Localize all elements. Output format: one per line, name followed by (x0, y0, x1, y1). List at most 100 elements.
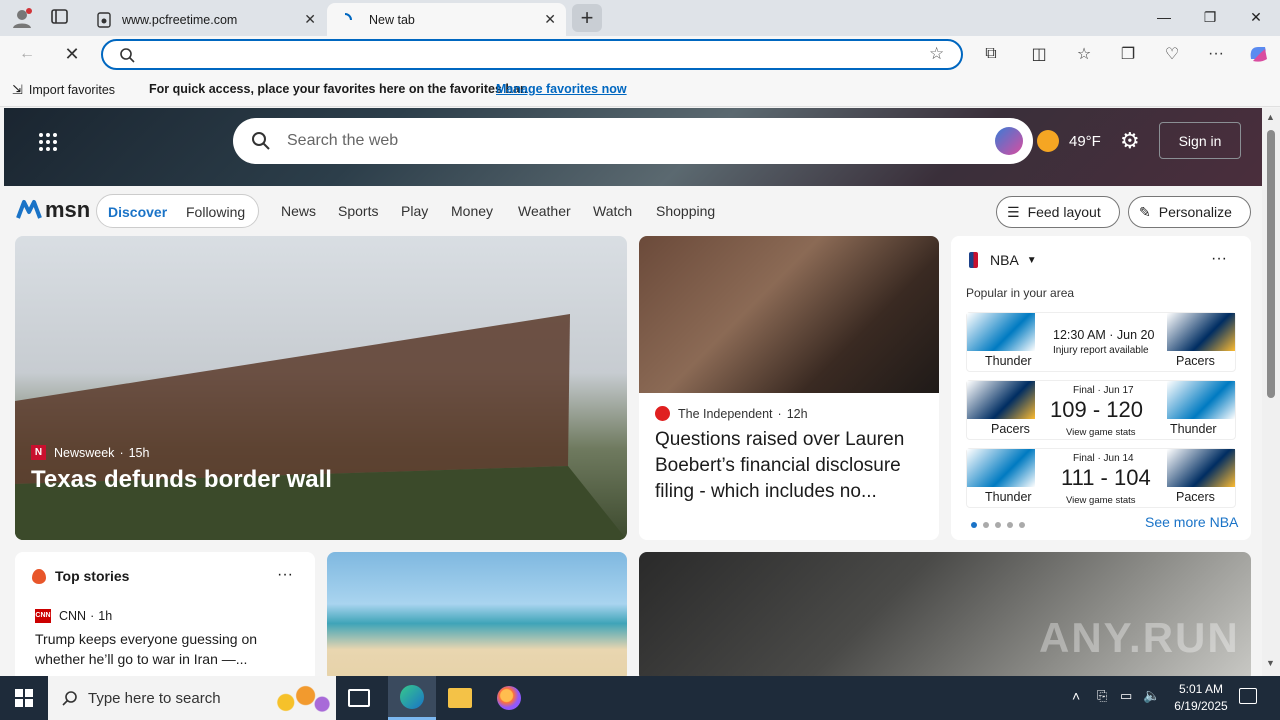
feed-layout-button[interactable]: ☰ Feed layout (996, 196, 1120, 228)
nav-watch[interactable]: Watch (593, 203, 632, 219)
tab-pcfreetime[interactable]: www.pcfreetime.com ✕ (86, 3, 326, 36)
msn-logo-text: msn (45, 197, 91, 222)
import-favorites-label: Import favorites (28, 83, 116, 97)
import-favorites-button[interactable]: ⇲ Import favorites (12, 82, 115, 98)
show-hidden-icons[interactable]: ˄ (1072, 688, 1080, 704)
search-icon (120, 48, 135, 63)
scroll-down-icon[interactable]: ▼ (1266, 658, 1275, 668)
app-launcher-icon[interactable] (38, 132, 58, 152)
second-story-card[interactable]: The Independent · 12h Questions raised o… (639, 236, 939, 540)
weather-icon (1037, 130, 1059, 152)
see-more-nba-link[interactable]: See more NBA (1145, 514, 1238, 530)
nba-title: NBA (990, 252, 1019, 268)
split-screen-icon[interactable]: ◫ (1025, 41, 1053, 67)
tab-strip: www.pcfreetime.com ✕ New tab ✕ + — ❐ ✕ (0, 0, 1280, 36)
search-icon (252, 132, 270, 150)
nav-money[interactable]: Money (451, 203, 493, 219)
game-row[interactable]: Thunder Pacers 12:30 AM · Jun 20 Injury … (966, 312, 1236, 372)
nav-sports[interactable]: Sports (338, 203, 378, 219)
extensions-icon[interactable]: ⧉ (977, 41, 1005, 67)
scroll-thumb[interactable] (1267, 130, 1275, 398)
studio-story-card[interactable]: ANY.RUN (639, 552, 1251, 676)
main-story-card[interactable]: N Newsweek · 15h Texas defunds border wa… (15, 236, 627, 540)
main-headline[interactable]: Texas defunds border wall (31, 466, 332, 494)
game-status: Final · Jun 17 (1073, 385, 1134, 396)
web-search-box[interactable]: Search the web (233, 118, 1033, 164)
story-age: 1h (98, 609, 113, 623)
top-stories-header: Top stories (32, 568, 129, 584)
address-bar[interactable]: ☆ (101, 39, 963, 70)
newsweek-icon: N (31, 445, 46, 460)
clock[interactable]: 5:01 AM 6/19/2025 (1168, 681, 1234, 715)
taskbar: Type here to search ˄ ⎘ ▭ 🔈 5:01 AM 6/19… (0, 676, 1280, 720)
close-tab-icon[interactable]: ✕ (544, 11, 556, 28)
settings-gear-icon[interactable]: ⚙ (1120, 128, 1140, 154)
nba-header[interactable]: NBA ▼ (969, 252, 1037, 268)
minimize-button[interactable]: — (1141, 0, 1187, 34)
manage-favorites-link[interactable]: Manage favorites now (496, 82, 627, 96)
notifications-icon[interactable] (1239, 688, 1257, 704)
network-icon[interactable]: ⎘ (1097, 688, 1107, 704)
view-game-stats-link[interactable]: View game stats (1066, 495, 1136, 506)
collections-icon[interactable]: ❐ (1114, 41, 1142, 67)
new-tab-button[interactable]: + (572, 4, 602, 32)
close-window-button[interactable]: ✕ (1233, 0, 1279, 34)
game-row[interactable]: Pacers Thunder Final · Jun 17 109 - 120 … (966, 380, 1236, 440)
tab-new-tab[interactable]: New tab ✕ (327, 3, 566, 36)
carousel-dots[interactable] (971, 522, 1025, 528)
page-scrollbar[interactable]: ▲ ▼ (1262, 108, 1280, 676)
top-stories-more-icon[interactable]: ··· (277, 566, 293, 584)
tab-title: New tab (369, 12, 415, 27)
favorite-star-icon[interactable]: ☆ (929, 44, 944, 64)
top-stories-card: Top stories ··· CNN CNN · 1h Trump keeps… (15, 552, 315, 676)
profile-icon[interactable] (10, 6, 34, 30)
nba-more-icon[interactable]: ··· (1211, 250, 1227, 268)
restore-button[interactable]: ❐ (1187, 0, 1233, 34)
firefox-icon[interactable] (497, 686, 521, 710)
right-team-name: Thunder (1170, 422, 1217, 436)
nav-weather[interactable]: Weather (518, 203, 571, 219)
msn-logo[interactable]: msn (16, 197, 90, 223)
back-icon[interactable]: ← (13, 41, 41, 67)
copilot-search-icon[interactable] (995, 127, 1023, 155)
volume-icon[interactable]: 🔈 (1143, 687, 1160, 704)
copilot-icon[interactable] (1244, 41, 1272, 67)
weather-widget[interactable]: 49°F (1037, 130, 1101, 152)
task-view-icon[interactable] (348, 689, 370, 707)
nav-play[interactable]: Play (401, 203, 428, 219)
beach-image (327, 552, 627, 676)
more-options-icon[interactable]: ··· (1202, 41, 1230, 67)
favorites-icon[interactable]: ☆ (1070, 41, 1098, 67)
sign-in-button[interactable]: Sign in (1159, 122, 1241, 159)
browser-essentials-icon[interactable]: ♡ (1158, 41, 1186, 67)
game-row[interactable]: Thunder Pacers Final · Jun 14 111 - 104 … (966, 448, 1236, 508)
tab-following[interactable]: Following (186, 204, 245, 220)
wifi-icon[interactable]: ▭ (1120, 688, 1132, 704)
scroll-up-icon[interactable]: ▲ (1266, 112, 1275, 122)
tab-discover[interactable]: Discover (108, 204, 167, 220)
beach-story-card[interactable] (327, 552, 627, 676)
pacers-logo (967, 381, 1035, 419)
start-button[interactable] (0, 676, 48, 720)
close-tab-icon[interactable]: ✕ (304, 11, 316, 28)
chevron-down-icon: ▼ (1026, 254, 1037, 266)
flowers-icon (266, 682, 332, 716)
nba-card: NBA ▼ ··· Popular in your area Thunder P… (951, 236, 1251, 540)
nav-shopping[interactable]: Shopping (656, 203, 715, 219)
personalize-button[interactable]: ✎ Personalize (1128, 196, 1251, 228)
nav-news[interactable]: News (281, 203, 316, 219)
source-name: Newsweek (54, 445, 115, 460)
injury-report-link[interactable]: Injury report available (1053, 345, 1149, 356)
taskbar-search[interactable]: Type here to search (48, 676, 336, 720)
search-placeholder: Search the web (287, 132, 399, 149)
thunder-logo (967, 449, 1035, 487)
stop-loading-icon[interactable]: ✕ (58, 41, 86, 67)
feed-tabs: Discover Following (96, 194, 259, 228)
top-story-headline[interactable]: Trump keeps everyone guessing on whether… (35, 629, 295, 669)
second-headline[interactable]: Questions raised over Lauren Boebert’s f… (655, 427, 927, 505)
tab-actions-icon[interactable] (50, 8, 70, 26)
thunder-logo (967, 313, 1035, 351)
file-explorer-icon[interactable] (448, 688, 472, 708)
edge-taskbar-icon[interactable] (388, 676, 436, 720)
view-game-stats-link[interactable]: View game stats (1066, 427, 1136, 438)
